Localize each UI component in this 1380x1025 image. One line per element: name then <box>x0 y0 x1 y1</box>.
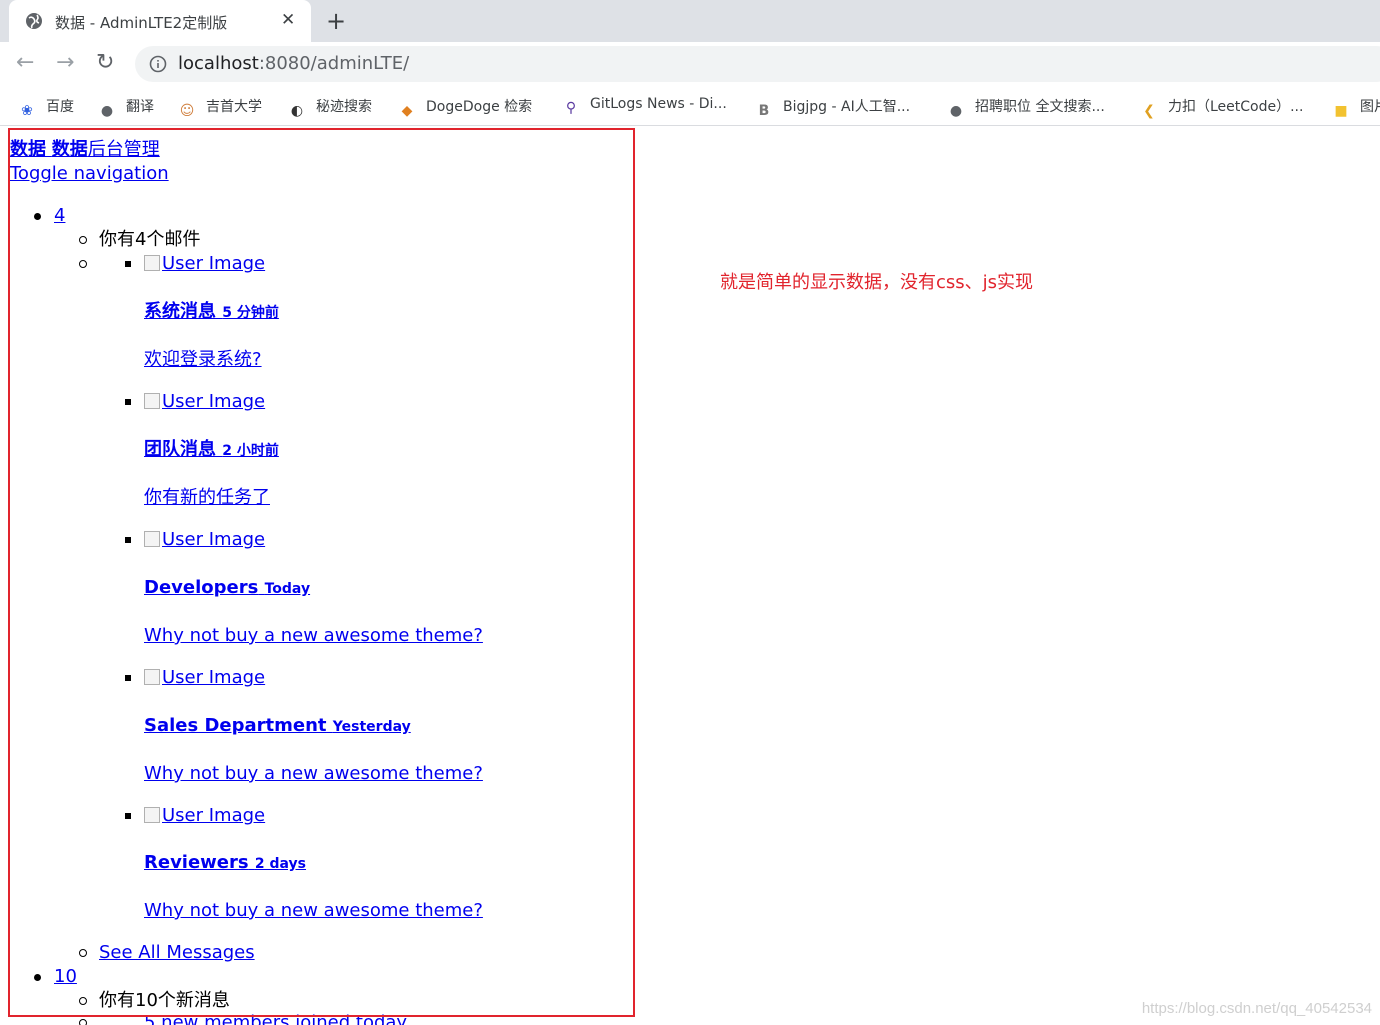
bookmark-baidu[interactable]: ❀ 百度 <box>18 96 74 119</box>
address-bar[interactable]: localhost:8080/adminLTE/ <box>135 46 1380 82</box>
list-bullet <box>79 997 87 1005</box>
messages-header: 你有4个邮件 <box>99 229 201 250</box>
broken-image-icon <box>144 393 160 409</box>
list-bullet <box>125 813 131 819</box>
broken-image-icon <box>144 531 160 547</box>
message-body-link[interactable]: Why not buy a new awesome theme? <box>144 900 483 922</box>
leetcode-icon: ❮ <box>1143 103 1155 119</box>
tab-strip: 数据 - AdminLTE2定制版 ✕ + <box>0 0 1380 42</box>
message-body-link[interactable]: Why not buy a new awesome theme? <box>144 763 483 785</box>
list-bullet <box>125 261 131 267</box>
message-title-link[interactable]: Sales Department Yesterday <box>144 715 411 738</box>
message-title-link[interactable]: Reviewers 2 days <box>144 852 306 875</box>
b-icon: B <box>758 103 770 119</box>
bookmark-leetcode[interactable]: ❮ 力扣（LeetCode）... <box>1140 96 1303 119</box>
bookmark-images[interactable]: ■图片 <box>1332 96 1380 119</box>
list-bullet <box>125 537 131 543</box>
notification-item-link[interactable]: 5 new members joined today <box>144 1012 407 1025</box>
user-image-link[interactable]: User Image <box>144 805 265 827</box>
message-title-link[interactable]: 团队消息 2 小时前 <box>144 439 279 462</box>
see-all-messages-link[interactable]: See All Messages <box>99 942 255 964</box>
info-icon[interactable] <box>149 55 167 73</box>
user-image-link[interactable]: User Image <box>144 391 265 413</box>
search-icon: ⚲ <box>565 100 577 116</box>
paw-icon: ❀ <box>21 103 33 119</box>
globe-icon: ● <box>100 103 114 119</box>
logo-link[interactable]: 数据 数据后台管理 <box>10 139 160 161</box>
message-title-link[interactable]: Developers Today <box>144 577 310 600</box>
doge-icon: ◆ <box>401 103 413 119</box>
globe-icon: ● <box>949 103 963 119</box>
toggle-navigation-link[interactable]: Toggle navigation <box>10 163 169 185</box>
list-bullet <box>79 260 87 268</box>
list-bullet <box>125 399 131 405</box>
shield-icon: ◐ <box>290 103 304 119</box>
highlight-box <box>8 128 635 1017</box>
user-image-link[interactable]: User Image <box>144 253 265 275</box>
annotation-text: 就是简单的显示数据，没有css、js实现 <box>720 272 1034 293</box>
broken-image-icon <box>144 255 160 271</box>
bookmark-dogedoge[interactable]: ◆ DogeDoge 检索 <box>398 96 533 119</box>
broken-image-icon <box>144 669 160 685</box>
list-bullet <box>79 236 87 244</box>
reload-icon[interactable]: ↻ <box>96 52 114 74</box>
message-body-link[interactable]: 你有新的任务了 <box>144 487 270 509</box>
page-content: 数据 数据后台管理 Toggle navigation 4 你有4个邮件 Use… <box>0 127 1380 1025</box>
bookmarks-bar: ❀ 百度 ● 翻译 ☺ 吉首大学 ◐ 秘迹搜索 ◆ DogeDoge 检索 ⚲ GitLog… <box>0 86 1380 126</box>
notifications-count-link[interactable]: 10 <box>54 966 77 988</box>
bookmark-jobs[interactable]: ● 招聘职位 全文搜索... <box>947 96 1105 119</box>
list-bullet <box>34 974 41 981</box>
message-body-link[interactable]: Why not buy a new awesome theme? <box>144 625 483 647</box>
bookmark-jishou[interactable]: ☺ 吉首大学 <box>178 96 262 119</box>
bookmark-translate[interactable]: ● 翻译 <box>98 96 154 119</box>
avatar-icon: ☺ <box>179 103 195 119</box>
new-tab-icon[interactable]: + <box>326 7 346 35</box>
bookmark-bigjpg[interactable]: B Bigjpg - AI人工智... <box>755 96 910 119</box>
folder-icon: ■ <box>1334 103 1348 119</box>
url-text: localhost:8080/adminLTE/ <box>178 53 410 74</box>
user-image-link[interactable]: User Image <box>144 529 265 551</box>
bookmark-mijisou[interactable]: ◐ 秘迹搜索 <box>288 96 372 119</box>
browser-toolbar: ← → ↻ localhost:8080/adminLTE/ <box>0 42 1380 86</box>
back-icon[interactable]: ← <box>16 52 34 74</box>
notifications-header: 你有10个新消息 <box>99 990 230 1011</box>
watermark: https://blog.csdn.net/qq_40542534 <box>1141 1000 1372 1017</box>
user-image-link[interactable]: User Image <box>144 667 265 689</box>
list-bullet <box>34 213 41 220</box>
close-tab-icon[interactable]: ✕ <box>281 10 295 30</box>
bookmark-gitlogs[interactable]: ⚲ GitLogs News - Di... <box>562 96 727 116</box>
broken-image-icon <box>144 807 160 823</box>
message-body-link[interactable]: 欢迎登录系统? <box>144 349 262 371</box>
globe-icon <box>26 13 42 29</box>
message-title-link[interactable]: 系统消息 5 分钟前 <box>144 301 279 324</box>
list-bullet <box>79 1019 87 1025</box>
list-bullet <box>125 675 131 681</box>
list-bullet <box>79 949 87 957</box>
tab-title: 数据 - AdminLTE2定制版 <box>55 14 228 32</box>
browser-tab[interactable]: 数据 - AdminLTE2定制版 ✕ <box>9 0 311 42</box>
forward-icon[interactable]: → <box>56 52 74 74</box>
messages-count-link[interactable]: 4 <box>54 205 65 227</box>
